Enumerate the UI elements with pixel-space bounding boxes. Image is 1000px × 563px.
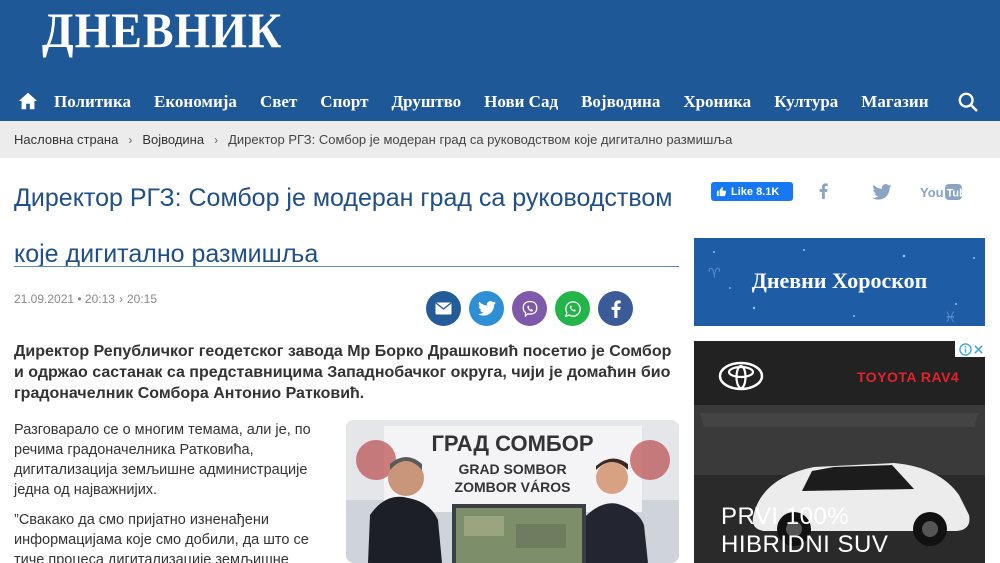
share-twitter-button[interactable] <box>469 291 504 326</box>
nav-item-ekonomija[interactable]: Економија <box>154 92 237 112</box>
facebook-like-label: Like 8.1K <box>731 185 780 198</box>
article-photo[interactable]: ГРАД СОМБОР GRAD SOMBOR ZOMBOR VÁROS <box>346 420 679 563</box>
updated-time: 20:15 <box>126 292 157 306</box>
svg-text:You: You <box>920 185 944 200</box>
share-viber-button[interactable] <box>512 291 547 326</box>
facebook-icon <box>611 299 621 318</box>
svg-text:♓: ♓ <box>944 310 957 326</box>
nav-item-politika[interactable]: Политика <box>54 92 131 112</box>
chevron-right-icon: › <box>214 132 219 147</box>
published-date: 21.09.2021 • 20:13 <box>14 292 115 306</box>
close-icon <box>974 344 983 354</box>
youtube-icon[interactable]: You Tube <box>920 183 962 201</box>
twitter-icon[interactable] <box>872 184 892 200</box>
horoscope-banner[interactable]: ♈ ♓ Дневни Хороскоп <box>694 238 985 326</box>
ad-choices-badge[interactable] <box>955 341 985 357</box>
nav-item-hronika[interactable]: Хроника <box>683 92 751 112</box>
nav-items: Политика Економија Свет Спорт Друштво Но… <box>54 92 951 112</box>
nav-item-kultura[interactable]: Култура <box>774 92 838 112</box>
home-icon[interactable] <box>17 90 39 112</box>
photo-banner-line2: GRAD SOMBOR <box>458 461 567 477</box>
share-email-button[interactable] <box>426 291 461 326</box>
advertisement[interactable]: TOYOTA RAV4 PRVI 100% HIBRIDNI SUV <box>694 341 985 563</box>
breadcrumb: Насловна страна › Војводина › Директор Р… <box>0 121 1000 158</box>
breadcrumb-home[interactable]: Насловна страна <box>14 132 118 147</box>
site-header: ДНЕВНИК Политика Економија Свет Спорт Др… <box>0 0 1000 121</box>
nav-item-vojvodina[interactable]: Војводина <box>581 92 660 112</box>
nav-item-svet[interactable]: Свет <box>260 92 297 112</box>
photo-banner-line1: ГРАД СОМБОР <box>431 431 594 456</box>
article-body: Разговарало се о многим темама, али је, … <box>14 420 332 563</box>
breadcrumb-section[interactable]: Војводина <box>142 132 204 147</box>
site-logo[interactable]: ДНЕВНИК <box>42 2 282 58</box>
ad-headline-line1: PRVI 100% <box>721 503 850 530</box>
whatsapp-icon <box>564 300 581 317</box>
article-paragraph: ”Свакако да смо пријатно изненађени инфо… <box>14 512 309 563</box>
chevron-right-icon: › <box>118 292 123 306</box>
article-meta: 21.09.2021 • 20:13 › 20:15 <box>14 292 157 306</box>
nav-item-novi-sad[interactable]: Нови Сад <box>484 92 558 112</box>
nav-item-drustvo[interactable]: Друштво <box>391 92 461 112</box>
share-whatsapp-button[interactable] <box>555 291 590 326</box>
ad-headline: PRVI 100% HIBRIDNI SUV <box>721 503 888 559</box>
nav-item-sport[interactable]: Спорт <box>320 92 368 112</box>
title-divider <box>14 266 679 267</box>
toyota-logo <box>718 361 764 391</box>
ad-brand: TOYOTA RAV4 <box>857 369 960 385</box>
ad-info-icon <box>959 342 972 356</box>
svg-text:Tube: Tube <box>947 188 963 200</box>
share-facebook-button[interactable] <box>598 291 633 326</box>
viber-icon <box>522 300 537 317</box>
facebook-like-button[interactable]: Like 8.1K <box>711 182 793 201</box>
ad-headline-line2: HIBRIDNI SUV <box>721 531 889 558</box>
facebook-icon[interactable] <box>819 183 828 199</box>
article-lead: Директор Републичког геодетског завода М… <box>14 343 672 402</box>
horoscope-label: Дневни Хороскоп <box>751 268 928 293</box>
breadcrumb-current: Директор РГЗ: Сомбор је модеран град са … <box>228 132 733 147</box>
email-icon <box>435 302 452 315</box>
share-buttons <box>426 291 641 326</box>
social-bar: Like 8.1K You Tube <box>694 172 984 212</box>
thumbs-up-icon <box>716 187 727 197</box>
photo-banner-line3: ZOMBOR VÁROS <box>454 479 571 495</box>
main-nav: Политика Економија Свет Спорт Друштво Но… <box>0 84 1000 121</box>
nav-item-magazin[interactable]: Магазин <box>861 92 928 112</box>
twitter-icon <box>477 301 496 316</box>
search-icon[interactable] <box>957 91 979 113</box>
chevron-right-icon: › <box>128 132 133 147</box>
article-paragraph: Разговарало се о многим темама, али је, … <box>14 422 311 498</box>
